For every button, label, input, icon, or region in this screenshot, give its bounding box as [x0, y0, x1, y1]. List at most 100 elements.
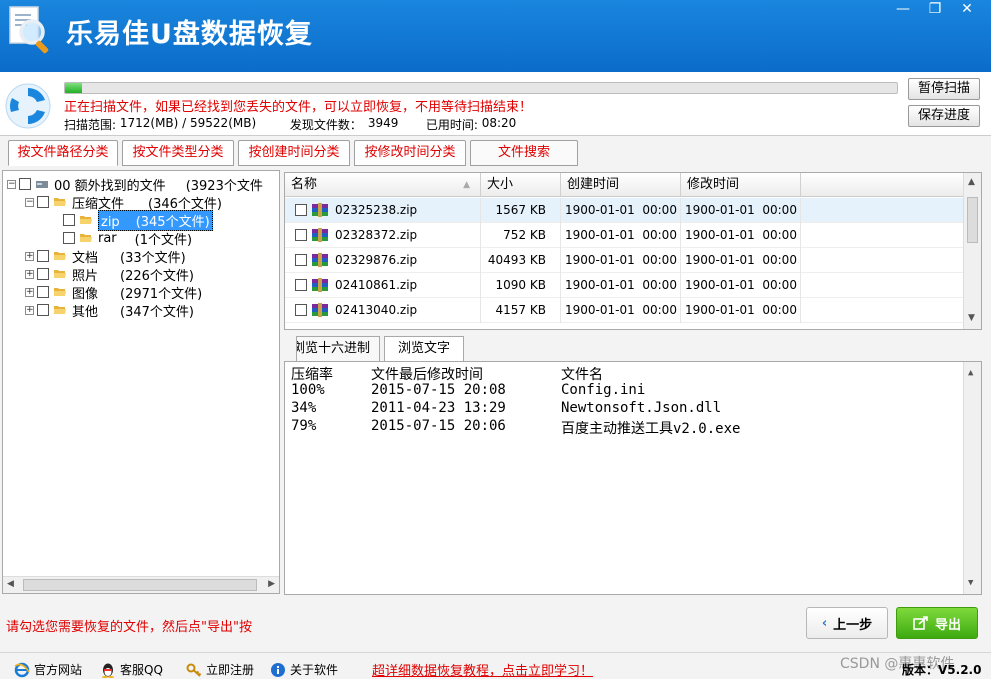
scroll-up-icon[interactable]: ▲	[968, 177, 975, 187]
tree-item-zip[interactable]: zip (345个文件)	[63, 209, 213, 231]
chevron-left-icon: ‹	[821, 615, 828, 631]
close-button[interactable]: ✕	[951, 0, 983, 20]
folder-icon	[54, 306, 66, 314]
save-progress-button[interactable]: 保存进度	[908, 105, 980, 127]
file-list: 名称 ▲ 大小 创建时间 修改时间 02325238.zip 1567 KB 1900…	[284, 172, 982, 330]
tree-checkbox[interactable]	[63, 232, 75, 244]
tree-item-extra-files[interactable]: − 00 额外找到的文件 (3923个文件	[7, 175, 263, 194]
tree-item-count: (1个文件)	[134, 232, 193, 248]
winrar-archive-icon	[312, 253, 328, 267]
tree-item-documents[interactable]: + 文档 (33个文件)	[25, 247, 186, 266]
winrar-archive-icon	[312, 203, 328, 217]
preview-vertical-scrollbar[interactable]: ▲ ▼	[963, 362, 981, 594]
tree-item-label: 00 额外找到的文件	[54, 178, 166, 194]
tree-item-photos[interactable]: + 照片 (226个文件)	[25, 265, 194, 284]
tree-checkbox[interactable]	[37, 196, 49, 208]
last-modified: 2015-07-15 20:08	[371, 382, 506, 398]
scroll-down-icon[interactable]: ▼	[968, 313, 975, 323]
previous-step-button[interactable]: ‹ 上一步	[806, 607, 888, 639]
preview-entry: 79% 2015-07-15 20:06 百度主动推送工具v2.0.exe	[291, 418, 740, 437]
tree-horizontal-scrollbar[interactable]: ◀ ▶	[3, 576, 279, 593]
tab-by-created-time[interactable]: 按创建时间分类	[238, 140, 350, 166]
file-row[interactable]: 02328372.zip 752 KB 1900-01-01 00:00 1900-0…	[285, 222, 963, 248]
export-icon	[913, 616, 928, 630]
tree-checkbox[interactable]	[37, 250, 49, 262]
file-name: 02413040.zip	[335, 302, 418, 317]
register-now-link[interactable]: 立即注册	[186, 661, 254, 678]
tree-item-images[interactable]: + 图像 (2971个文件)	[25, 283, 202, 302]
file-checkbox[interactable]	[295, 204, 307, 216]
expand-icon[interactable]: +	[25, 287, 34, 297]
file-row[interactable]: 02329876.zip 40493 KB 1900-01-01 00:00 1900…	[285, 247, 963, 273]
scan-range-value: 1712(MB) / 59522(MB)	[119, 116, 257, 130]
pause-scan-button[interactable]: 暂停扫描	[908, 78, 980, 100]
file-checkbox[interactable]	[295, 254, 307, 266]
file-checkbox[interactable]	[295, 304, 307, 316]
export-button[interactable]: 导出	[896, 607, 978, 639]
folder-icon	[80, 234, 92, 242]
file-name: 02328372.zip	[335, 227, 418, 242]
file-name: 02325238.zip	[335, 202, 418, 217]
tab-by-path[interactable]: 按文件路径分类	[8, 140, 118, 166]
collapse-icon[interactable]: −	[25, 197, 34, 207]
support-qq-link[interactable]: 客服QQ	[100, 661, 163, 678]
scan-spinner-icon	[5, 83, 51, 129]
archive-entry-name: Config.ini	[561, 382, 646, 398]
scroll-up-icon[interactable]: ▲	[968, 368, 973, 378]
tree-item-rar[interactable]: rar (1个文件)	[63, 229, 193, 248]
file-list-vertical-scrollbar[interactable]: ▲ ▼	[963, 173, 981, 329]
window-controls: — ❐ ✕	[887, 0, 983, 20]
minimize-button[interactable]: —	[887, 0, 919, 20]
scroll-left-icon[interactable]: ◀	[7, 579, 14, 589]
tree-item-other[interactable]: + 其他 (347个文件)	[25, 301, 194, 320]
tree-item-label: 其他	[72, 304, 99, 320]
scrollbar-thumb[interactable]	[967, 197, 978, 243]
folder-icon	[54, 270, 66, 278]
official-website-link[interactable]: 官方网站	[14, 661, 82, 678]
restore-button[interactable]: ❐	[919, 0, 951, 20]
tree-item-label: rar	[98, 230, 117, 246]
tree-checkbox[interactable]	[63, 214, 75, 226]
tree-checkbox[interactable]	[37, 304, 49, 316]
file-created: 1900-01-01 00:00	[561, 222, 681, 248]
file-row[interactable]: 02325238.zip 1567 KB 1900-01-01 00:00 1900-…	[285, 197, 963, 223]
scan-message: 正在扫描文件，如果已经找到您丢失的文件，可以立即恢复，不用等待扫描结束！	[64, 100, 533, 115]
expand-icon[interactable]: +	[25, 269, 34, 279]
about-software-link[interactable]: 关于软件	[270, 661, 338, 678]
expand-icon[interactable]: +	[25, 305, 34, 315]
preview-tabs: 浏览十六进制 浏览文字	[284, 336, 982, 362]
scroll-down-icon[interactable]: ▼	[968, 578, 973, 588]
collapse-icon[interactable]: −	[7, 179, 16, 189]
column-header-modified[interactable]: 修改时间	[681, 173, 801, 197]
file-row[interactable]: 02410861.zip 1090 KB 1900-01-01 00:00 1900-…	[285, 272, 963, 298]
tab-hex-preview[interactable]: 浏览十六进制	[296, 336, 380, 362]
folder-icon	[54, 252, 66, 260]
tree-checkbox[interactable]	[19, 178, 31, 190]
tab-text-preview[interactable]: 浏览文字	[384, 336, 464, 362]
preview-entry: 100% 2015-07-15 20:08 Config.ini	[291, 382, 645, 400]
instruction-hint: 请勾选您需要恢复的文件，然后点"导出"按	[6, 620, 252, 635]
column-header-size[interactable]: 大小	[481, 173, 561, 197]
tree-checkbox[interactable]	[37, 268, 49, 280]
elapsed-time-label: 已用时间:	[425, 118, 482, 132]
file-modified: 1900-01-01 00:00	[681, 222, 801, 248]
tree-item-count: (226个文件)	[120, 268, 194, 284]
tab-file-search[interactable]: 文件搜索	[470, 140, 578, 166]
file-row[interactable]: 02413040.zip 4157 KB 1900-01-01 00:00 1900-…	[285, 297, 963, 323]
scrollbar-thumb[interactable]	[23, 579, 257, 591]
file-checkbox[interactable]	[295, 229, 307, 241]
tree-item-archives[interactable]: − 压缩文件 (346个文件)	[25, 193, 222, 212]
tab-by-type[interactable]: 按文件类型分类	[122, 140, 234, 166]
column-header-name[interactable]: 名称 ▲	[285, 173, 481, 197]
tutorial-promo-link[interactable]: 超详细数据恢复教程，点击立即学习！	[372, 660, 593, 679]
file-checkbox[interactable]	[295, 279, 307, 291]
expand-icon[interactable]: +	[25, 251, 34, 261]
tree-item-label: 图像	[72, 286, 99, 302]
scroll-right-icon[interactable]: ▶	[268, 579, 275, 589]
winrar-archive-icon	[312, 303, 328, 317]
tab-by-modified-time[interactable]: 按修改时间分类	[354, 140, 466, 166]
column-header-created[interactable]: 创建时间	[561, 173, 681, 197]
tree-checkbox[interactable]	[37, 286, 49, 298]
scan-progress-fill	[65, 83, 82, 93]
title-bar: 乐易佳U盘数据恢复 — ❐ ✕	[0, 0, 991, 72]
